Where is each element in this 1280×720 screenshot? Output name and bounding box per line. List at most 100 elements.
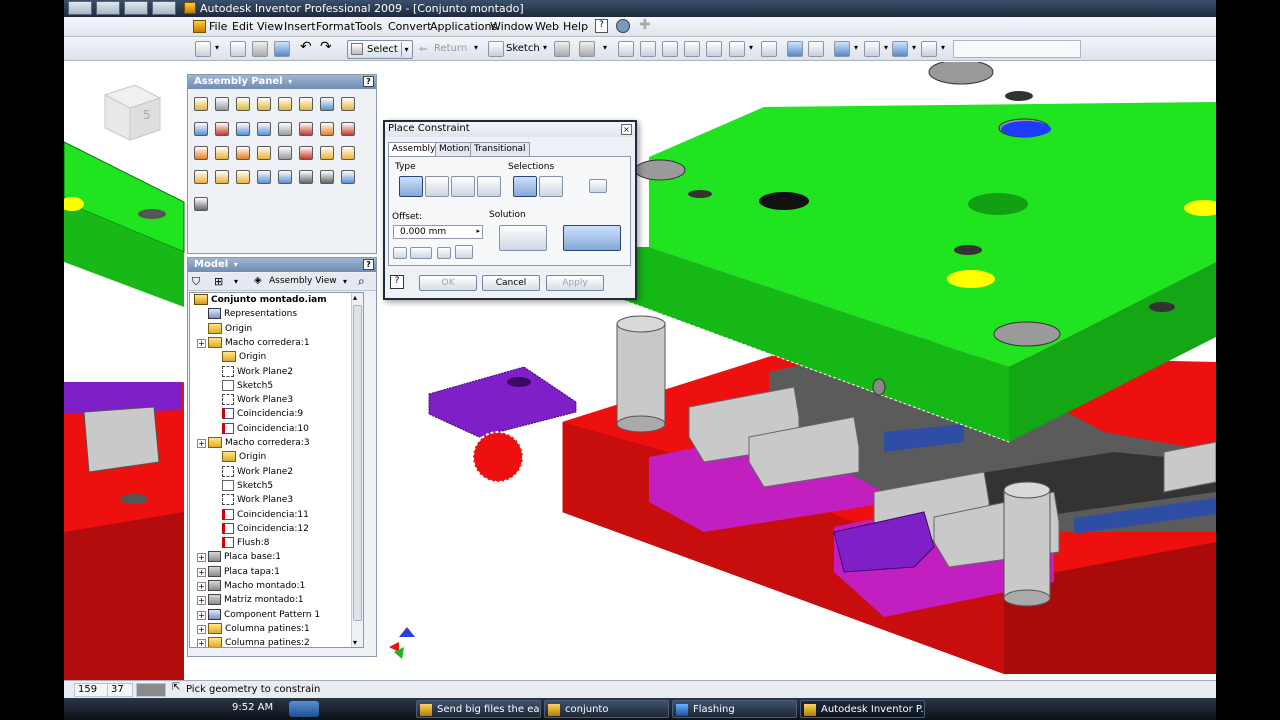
- zoom-icon[interactable]: [662, 41, 678, 57]
- mate-solution-icon[interactable]: [499, 225, 547, 251]
- chevron-down-icon[interactable]: ▾: [215, 43, 225, 59]
- pan-icon[interactable]: [684, 41, 700, 57]
- viewcube[interactable]: 5: [100, 80, 166, 150]
- assembly-tool-icon[interactable]: [341, 170, 355, 184]
- menu-insert[interactable]: Insert: [284, 20, 316, 33]
- structure-icon[interactable]: ⊞: [214, 275, 223, 288]
- close-icon[interactable]: ×: [621, 124, 632, 135]
- tray-icons[interactable]: [68, 702, 158, 716]
- chevron-down-icon[interactable]: ▾: [288, 77, 292, 86]
- chevron-down-icon[interactable]: ▾: [474, 43, 478, 52]
- show-preview-checkbox[interactable]: [393, 247, 407, 259]
- update-icon[interactable]: [554, 41, 570, 57]
- return-button[interactable]: Return: [434, 43, 467, 54]
- assembly-tool-icon[interactable]: [341, 146, 355, 160]
- tree-node[interactable]: Coincidencia:9: [222, 408, 303, 422]
- assembly-tool-icon[interactable]: [236, 146, 250, 160]
- sketch-button[interactable]: Sketch: [506, 43, 540, 54]
- menu-help[interactable]: Help: [563, 20, 588, 33]
- section-view-icon[interactable]: [864, 41, 880, 57]
- shaded-display-icon[interactable]: [787, 41, 803, 57]
- chevron-down-icon[interactable]: ▾: [543, 43, 547, 52]
- angle-constraint-icon[interactable]: [425, 176, 449, 197]
- tree-node[interactable]: + Columna patines:2: [197, 637, 310, 647]
- zoom-window-icon[interactable]: [640, 41, 656, 57]
- chevron-down-icon[interactable]: ▾: [234, 277, 238, 286]
- menu-applications[interactable]: Applications: [430, 20, 497, 33]
- menu-edit[interactable]: Edit: [232, 20, 253, 33]
- taskbar-item-conjunto[interactable]: conjunto: [544, 700, 669, 718]
- menu-view[interactable]: View: [257, 20, 283, 33]
- assembly-tool-icon[interactable]: [341, 122, 355, 136]
- tree-node[interactable]: Work Plane3: [222, 394, 293, 408]
- tree-node[interactable]: + Macho corredera:3: [197, 437, 310, 451]
- save-icon[interactable]: [274, 41, 290, 57]
- pick-part-first-icon[interactable]: [589, 179, 607, 193]
- expand-icon[interactable]: +: [197, 610, 206, 620]
- tree-node[interactable]: Origin: [222, 351, 266, 365]
- limits-checkbox[interactable]: [437, 247, 451, 259]
- taskbar-item-browser[interactable]: Send big files the ea...: [416, 700, 541, 718]
- chevron-down-icon[interactable]: ▾: [884, 43, 888, 52]
- scroll-down-icon[interactable]: ▾: [353, 638, 357, 647]
- cancel-button[interactable]: Cancel: [482, 275, 540, 291]
- menu-window[interactable]: Window: [490, 20, 533, 33]
- flush-solution-icon[interactable]: [563, 225, 621, 251]
- tab-motion[interactable]: Motion: [435, 142, 474, 157]
- shadow-icon[interactable]: [808, 41, 824, 57]
- assembly-tool-icon[interactable]: [257, 97, 271, 111]
- ok-button[interactable]: OK: [419, 275, 477, 291]
- expand-icon[interactable]: +: [197, 338, 206, 348]
- assembly-tool-icon[interactable]: [215, 146, 229, 160]
- help-icon[interactable]: ?: [363, 259, 374, 270]
- scroll-thumb[interactable]: [353, 305, 362, 621]
- assembly-tool-icon[interactable]: [320, 122, 334, 136]
- chevron-down-icon[interactable]: ▾: [941, 43, 945, 52]
- rotate-icon[interactable]: [729, 41, 745, 57]
- show-desktop-icon[interactable]: [289, 701, 319, 717]
- predict-offset-icon[interactable]: [410, 247, 432, 259]
- chevron-right-icon[interactable]: ▸: [476, 227, 480, 235]
- redo-icon[interactable]: ↷: [320, 39, 336, 55]
- tree-node[interactable]: Work Plane2: [222, 365, 293, 380]
- model-panel-header[interactable]: Model ▾ ?: [188, 258, 376, 272]
- assembly-tool-icon[interactable]: [236, 97, 250, 111]
- plus-icon[interactable]: ✚: [639, 17, 651, 33]
- color-style-icon[interactable]: [892, 41, 908, 57]
- tree-node[interactable]: Flush:8: [222, 537, 270, 551]
- expand-icon[interactable]: +: [197, 439, 206, 448]
- tree-scrollbar[interactable]: ▴ ▾: [351, 293, 363, 647]
- tree-node[interactable]: Conjunto montado.iam: [194, 294, 327, 308]
- tree-node[interactable]: Work Plane2: [222, 465, 293, 480]
- first-selection-icon[interactable]: [513, 176, 537, 197]
- document-icon[interactable]: [193, 20, 206, 33]
- chevron-down-icon[interactable]: ▾: [603, 43, 607, 52]
- tree-node[interactable]: Origin: [222, 451, 266, 465]
- tree-node[interactable]: Work Plane3: [222, 494, 293, 508]
- tree-node[interactable]: Representations: [208, 308, 297, 322]
- menu-format[interactable]: Format: [316, 20, 355, 33]
- tree-node[interactable]: Coincidencia:10: [222, 422, 309, 437]
- insert-constraint-icon[interactable]: [477, 176, 501, 197]
- scroll-up-icon[interactable]: ▴: [353, 293, 357, 302]
- second-selection-icon[interactable]: [539, 176, 563, 197]
- assembly-tool-icon[interactable]: [299, 97, 313, 111]
- select-button[interactable]: Select ▾: [347, 40, 413, 59]
- tree-node[interactable]: + Macho montado:1: [197, 580, 305, 594]
- assembly-tool-icon[interactable]: [299, 122, 313, 136]
- assembly-tool-icon[interactable]: [257, 170, 271, 184]
- filter-icon[interactable]: ⛉: [192, 275, 200, 289]
- tree-node[interactable]: Origin: [208, 322, 252, 337]
- assembly-tool-icon[interactable]: [257, 122, 271, 136]
- offset-field[interactable]: 0.000 mm ▸: [393, 225, 483, 239]
- assembly-tool-icon[interactable]: [194, 170, 208, 184]
- tree-node[interactable]: + Placa tapa:1: [197, 565, 280, 580]
- constraint-limits-icon[interactable]: [455, 245, 473, 259]
- assembly-tool-icon[interactable]: [236, 170, 250, 184]
- zoom-all-icon[interactable]: [618, 41, 634, 57]
- menu-convert[interactable]: Convert: [388, 20, 432, 33]
- tab-assembly[interactable]: Assembly: [388, 142, 440, 157]
- taskbar-preview-button[interactable]: [152, 1, 176, 15]
- assembly-tool-icon[interactable]: [341, 97, 355, 111]
- look-at-icon[interactable]: [761, 41, 777, 57]
